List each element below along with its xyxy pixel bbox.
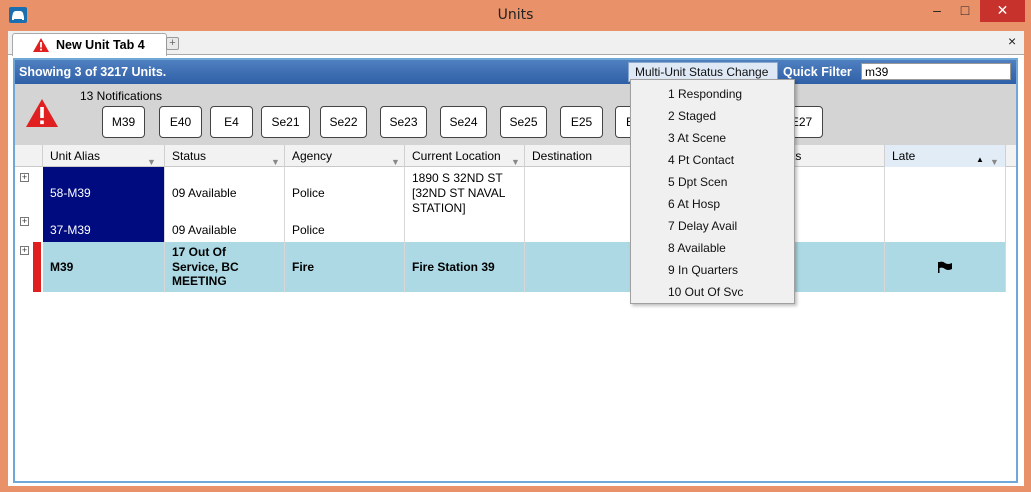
notification-unit-chip[interactable]: Se24 — [440, 106, 487, 138]
alert-indicator — [33, 242, 41, 292]
ts-cell — [785, 217, 885, 242]
warning-icon — [32, 37, 50, 56]
close-button[interactable]: ✕ — [980, 0, 1025, 22]
ts-cell — [785, 167, 885, 217]
menu-item[interactable]: 4 Pt Contact — [668, 153, 734, 167]
column-header-late[interactable]: Late ▲ ▼ — [885, 145, 1006, 167]
column-header-agency[interactable]: Agency ▼ — [285, 145, 405, 167]
menu-item[interactable]: 10 Out Of Svc — [668, 285, 743, 299]
status-cell: 09 Available — [165, 217, 285, 242]
unit-alias-cell: M39 — [43, 242, 165, 292]
table-row[interactable]: + 37-M39 09 Available Police — [15, 217, 1016, 242]
column-header-unit-alias[interactable]: Unit Alias ▼ — [43, 145, 165, 167]
menu-item[interactable]: 5 Dpt Scen — [668, 175, 727, 189]
menu-item[interactable]: 1 Responding — [668, 87, 742, 101]
column-header-label: Agency — [292, 149, 333, 163]
late-cell — [885, 242, 1006, 292]
current-location-cell: Fire Station 39 — [405, 242, 525, 292]
warning-icon — [25, 98, 59, 131]
agency-cell: Fire — [285, 242, 405, 292]
tab-bar: New Unit Tab 4 + × — [8, 31, 1024, 56]
tab-new-unit-tab-4[interactable]: New Unit Tab 4 — [12, 33, 167, 56]
notifications-area: 13 Notifications M39 E40 E4 Se21 Se22 Se… — [15, 84, 1016, 145]
grid-header: Unit Alias ▼ Status ▼ Agency ▼ Current L… — [15, 145, 1016, 167]
table-row-selected[interactable]: + M39 17 Out Of Service, BC MEETING Fire… — [15, 242, 1016, 292]
agency-cell: Police — [285, 167, 405, 217]
agency-cell: Police — [285, 217, 405, 242]
column-header-ts[interactable]: ts — [785, 145, 885, 167]
table-row[interactable]: + 58-M39 09 Available Police 1890 S 32ND… — [15, 167, 1016, 217]
late-cell — [885, 217, 1006, 242]
column-header-label: Late — [892, 149, 916, 163]
title-bar: Units ‒ □ ✕ — [0, 0, 1031, 31]
menu-item[interactable]: 6 At Hosp — [668, 197, 720, 211]
menu-item[interactable]: 7 Delay Avail — [668, 219, 737, 233]
notification-unit-chip[interactable]: Se22 — [320, 106, 367, 138]
menu-item[interactable]: 2 Staged — [668, 109, 716, 123]
ts-cell — [785, 242, 885, 292]
expand-column-header — [15, 145, 43, 167]
expand-row-icon[interactable]: + — [20, 246, 29, 255]
menu-item[interactable]: 9 In Quarters — [668, 263, 738, 277]
flag-icon — [937, 261, 953, 276]
notifications-count: 13 Notifications — [80, 89, 163, 103]
close-tab-icon[interactable]: × — [1008, 33, 1016, 49]
minimize-button[interactable]: ‒ — [924, 0, 950, 22]
quick-filter-input[interactable] — [861, 63, 1011, 80]
status-change-menu: 1 Responding 2 Staged 3 At Scene 4 Pt Co… — [630, 79, 795, 304]
quick-filter-label: Quick Filter — [783, 65, 852, 79]
notification-unit-chip[interactable]: Se21 — [261, 106, 310, 138]
notification-unit-chip[interactable]: M39 — [102, 106, 145, 138]
maximize-button[interactable]: □ — [952, 0, 978, 22]
notification-unit-chip[interactable]: E40 — [159, 106, 202, 138]
units-panel: Showing 3 of 3217 Units. Multi-Unit Stat… — [13, 58, 1018, 483]
late-cell — [885, 167, 1006, 217]
status-cell: 17 Out Of Service, BC MEETING — [165, 242, 285, 292]
column-header-label: Destination — [532, 149, 593, 163]
expand-row-icon[interactable]: + — [20, 173, 29, 182]
column-header-label: Current Location — [412, 149, 501, 163]
notification-unit-chip[interactable]: Se23 — [380, 106, 427, 138]
notification-unit-chip[interactable]: E25 — [560, 106, 603, 138]
menu-item[interactable]: 8 Available — [668, 241, 726, 255]
add-tab-button[interactable]: + — [166, 37, 179, 50]
notification-unit-chip[interactable]: Se25 — [500, 106, 547, 138]
unit-alias-cell: 58-M39 — [43, 167, 165, 217]
column-header-label: Status — [172, 149, 207, 163]
window-title: Units — [497, 7, 534, 23]
tab-label: New Unit Tab 4 — [56, 38, 145, 52]
status-cell: 09 Available — [165, 167, 285, 217]
column-header-current-location[interactable]: Current Location ▼ — [405, 145, 525, 167]
current-location-cell: 1890 S 32ND ST [32ND ST NAVAL STATION] — [405, 167, 525, 217]
window-client: New Unit Tab 4 + × Showing 3 of 3217 Uni… — [8, 31, 1024, 486]
units-header: Showing 3 of 3217 Units. Multi-Unit Stat… — [15, 60, 1016, 84]
unit-count-text: Showing 3 of 3217 Units. — [19, 65, 167, 79]
menu-item[interactable]: 3 At Scene — [668, 131, 726, 145]
expand-row-icon[interactable]: + — [20, 217, 29, 226]
column-header-status[interactable]: Status ▼ — [165, 145, 285, 167]
unit-alias-cell: 37-M39 — [43, 217, 165, 242]
notification-unit-chip[interactable]: E4 — [210, 106, 253, 138]
column-header-label: Unit Alias — [50, 149, 101, 163]
current-location-cell — [405, 217, 525, 242]
